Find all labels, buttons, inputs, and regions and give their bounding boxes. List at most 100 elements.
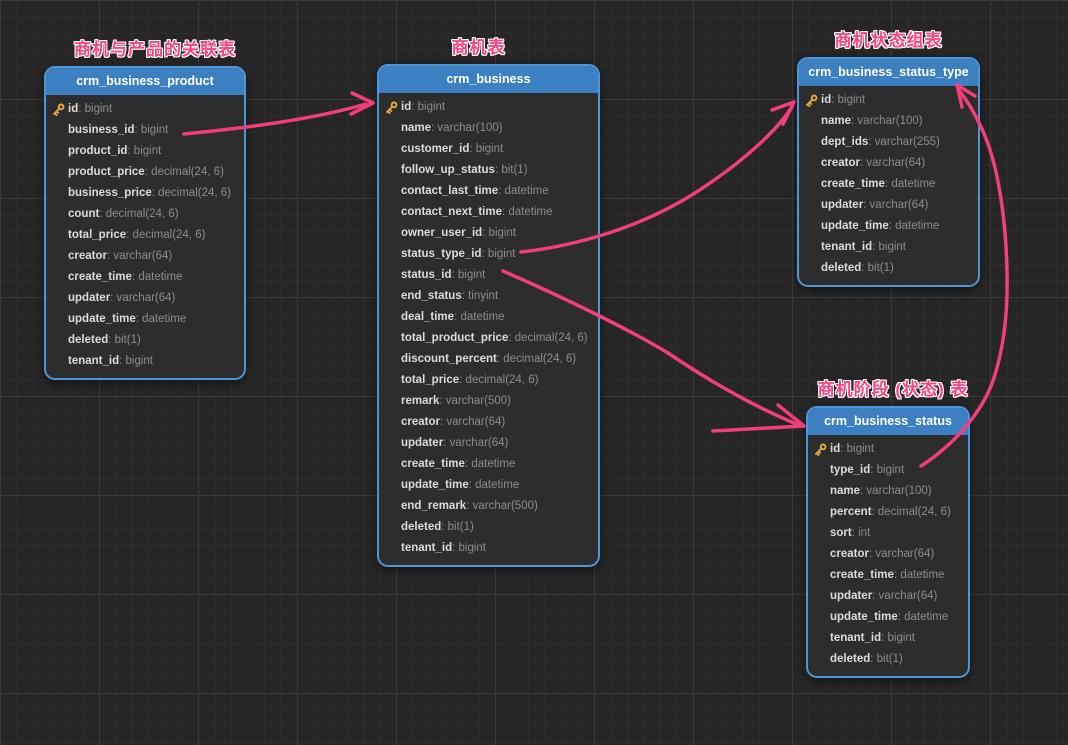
field-name: deleted	[401, 521, 441, 533]
field-type: : varchar(64)	[443, 437, 508, 449]
table-crm_business_status[interactable]: crm_business_status id: biginttype_id: b…	[806, 406, 970, 678]
field-row-deleted[interactable]: deleted: bit(1)	[808, 649, 968, 670]
field-row-customer_id[interactable]: customer_id: bigint	[379, 139, 598, 160]
field-row-business_id[interactable]: business_id: bigint	[46, 120, 244, 141]
table-group-crm_business_status_type: 商机状态组表 crm_business_status_type id: bigi…	[797, 57, 980, 287]
field-row-deleted[interactable]: deleted: bit(1)	[379, 517, 598, 538]
field-row-creator[interactable]: creator: varchar(64)	[808, 544, 968, 565]
field-row-type_id[interactable]: type_id: bigint	[808, 460, 968, 481]
field-row-tenant_id[interactable]: tenant_id: bigint	[808, 628, 968, 649]
field-name: total_price	[401, 374, 459, 386]
field-type: : bigint	[469, 143, 503, 155]
field-name: name	[821, 115, 851, 127]
field-row-updater[interactable]: updater: varchar(64)	[808, 586, 968, 607]
field-name: id	[830, 443, 840, 455]
field-name: product_price	[68, 166, 145, 178]
field-row-count[interactable]: count: decimal(24, 6)	[46, 204, 244, 225]
field-row-tenant_id[interactable]: tenant_id: bigint	[799, 237, 978, 258]
field-row-total_price[interactable]: total_price: decimal(24, 6)	[46, 225, 244, 246]
field-type: : datetime	[132, 271, 183, 283]
field-row-tenant_id[interactable]: tenant_id: bigint	[46, 351, 244, 372]
field-row-deleted[interactable]: deleted: bit(1)	[46, 330, 244, 351]
field-row-tenant_id[interactable]: tenant_id: bigint	[379, 538, 598, 559]
field-row-end_status[interactable]: end_status: tinyint	[379, 286, 598, 307]
table-label-crm_business_status_type: 商机状态组表	[835, 26, 943, 51]
field-row-name[interactable]: name: varchar(100)	[379, 118, 598, 139]
field-row-creator[interactable]: creator: varchar(64)	[799, 153, 978, 174]
field-name: creator	[821, 157, 860, 169]
field-row-creator[interactable]: creator: varchar(64)	[46, 246, 244, 267]
field-name: id	[68, 103, 78, 115]
field-row-total_price[interactable]: total_price: decimal(24, 6)	[379, 370, 598, 391]
field-row-updater[interactable]: updater: varchar(64)	[379, 433, 598, 454]
field-row-follow_up_status[interactable]: follow_up_status: bit(1)	[379, 160, 598, 181]
field-name: updater	[830, 590, 872, 602]
field-name: creator	[830, 548, 869, 560]
field-row-create_time[interactable]: create_time: datetime	[46, 267, 244, 288]
field-name: updater	[401, 437, 443, 449]
field-type: : bigint	[482, 227, 516, 239]
field-row-percent[interactable]: percent: decimal(24, 6)	[808, 502, 968, 523]
field-name: total_product_price	[401, 332, 508, 344]
table-crm_business_status_type[interactable]: crm_business_status_type id: bigintname:…	[797, 57, 980, 287]
table-fields-crm_business_status: id: biginttype_id: bigintname: varchar(1…	[808, 435, 968, 676]
field-type: : varchar(64)	[872, 590, 937, 602]
field-type: : bit(1)	[108, 334, 141, 346]
field-type: : decimal(24, 6)	[459, 374, 538, 386]
table-header-crm_business_status[interactable]: crm_business_status	[808, 408, 968, 435]
field-row-updater[interactable]: updater: varchar(64)	[799, 195, 978, 216]
field-row-deal_time[interactable]: deal_time: datetime	[379, 307, 598, 328]
table-crm_business[interactable]: crm_business id: bigintname: varchar(100…	[377, 64, 600, 567]
field-row-create_time[interactable]: create_time: datetime	[379, 454, 598, 475]
field-type: : bigint	[134, 124, 168, 136]
field-row-creator[interactable]: creator: varchar(64)	[379, 412, 598, 433]
field-row-updater[interactable]: updater: varchar(64)	[46, 288, 244, 309]
field-row-business_price[interactable]: business_price: decimal(24, 6)	[46, 183, 244, 204]
table-fields-crm_business_status_type: id: bigintname: varchar(100)dept_ids: va…	[799, 86, 978, 285]
field-name: business_price	[68, 187, 152, 199]
field-type: : varchar(64)	[110, 292, 175, 304]
field-row-product_id[interactable]: product_id: bigint	[46, 141, 244, 162]
field-type: : bit(1)	[861, 262, 894, 274]
field-row-id[interactable]: id: bigint	[808, 439, 968, 460]
field-type: : decimal(24, 6)	[152, 187, 231, 199]
field-row-status_id[interactable]: status_id: bigint	[379, 265, 598, 286]
table-crm_business_product[interactable]: crm_business_product id: bigintbusiness_…	[44, 66, 246, 380]
field-name: end_remark	[401, 500, 466, 512]
table-header-crm_business[interactable]: crm_business	[379, 66, 598, 93]
field-name: customer_id	[401, 143, 469, 155]
field-row-create_time[interactable]: create_time: datetime	[808, 565, 968, 586]
table-header-crm_business_product[interactable]: crm_business_product	[46, 68, 244, 95]
field-row-end_remark[interactable]: end_remark: varchar(500)	[379, 496, 598, 517]
field-row-create_time[interactable]: create_time: datetime	[799, 174, 978, 195]
field-type: : varchar(255)	[868, 136, 940, 148]
field-row-dept_ids[interactable]: dept_ids: varchar(255)	[799, 132, 978, 153]
field-row-update_time[interactable]: update_time: datetime	[799, 216, 978, 237]
field-row-update_time[interactable]: update_time: datetime	[808, 607, 968, 628]
field-row-name[interactable]: name: varchar(100)	[808, 481, 968, 502]
field-row-name[interactable]: name: varchar(100)	[799, 111, 978, 132]
field-row-id[interactable]: id: bigint	[379, 97, 598, 118]
primary-key-icon	[805, 94, 818, 107]
field-type: : decimal(24, 6)	[872, 506, 951, 518]
field-row-deleted[interactable]: deleted: bit(1)	[799, 258, 978, 279]
field-row-product_price[interactable]: product_price: decimal(24, 6)	[46, 162, 244, 183]
field-row-contact_next_time[interactable]: contact_next_time: datetime	[379, 202, 598, 223]
table-header-crm_business_status_type[interactable]: crm_business_status_type	[799, 59, 978, 86]
field-row-owner_user_id[interactable]: owner_user_id: bigint	[379, 223, 598, 244]
field-row-contact_last_time[interactable]: contact_last_time: datetime	[379, 181, 598, 202]
field-row-remark[interactable]: remark: varchar(500)	[379, 391, 598, 412]
field-name: contact_last_time	[401, 185, 498, 197]
field-name: name	[830, 485, 860, 497]
field-row-update_time[interactable]: update_time: datetime	[379, 475, 598, 496]
field-row-id[interactable]: id: bigint	[46, 99, 244, 120]
field-row-id[interactable]: id: bigint	[799, 90, 978, 111]
field-row-update_time[interactable]: update_time: datetime	[46, 309, 244, 330]
field-row-total_product_price[interactable]: total_product_price: decimal(24, 6)	[379, 328, 598, 349]
field-row-sort[interactable]: sort: int	[808, 523, 968, 544]
field-row-discount_percent[interactable]: discount_percent: decimal(24, 6)	[379, 349, 598, 370]
field-row-status_type_id[interactable]: status_type_id: bigint	[379, 244, 598, 265]
field-name: tenant_id	[830, 632, 881, 644]
field-name: tenant_id	[401, 542, 452, 554]
field-name: id	[821, 94, 831, 106]
